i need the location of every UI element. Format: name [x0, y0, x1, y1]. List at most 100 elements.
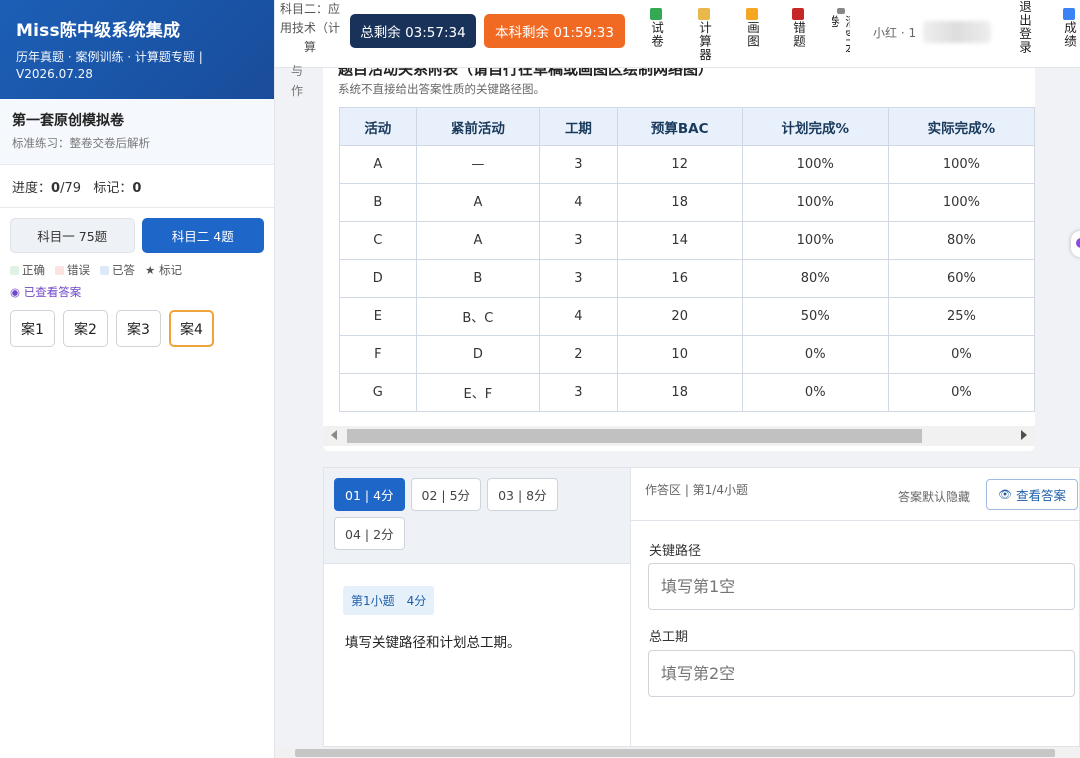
- cell: 3: [539, 373, 618, 412]
- legend-wrong-swatch: [55, 265, 64, 275]
- tool-draw[interactable]: 画图: [743, 0, 761, 68]
- cell: 4: [539, 297, 618, 336]
- cell: 100%: [887, 145, 1035, 184]
- scroll-thumb[interactable]: [347, 429, 922, 443]
- page-scroll-thumb[interactable]: [295, 749, 1055, 757]
- cell: 3: [539, 221, 618, 260]
- book-icon: [792, 8, 804, 20]
- col-duration: 工期: [539, 107, 618, 146]
- cell: A: [415, 221, 541, 260]
- exam-desc: 标准练习：整卷交卷后解析: [12, 136, 150, 150]
- clear-icon: [837, 8, 845, 14]
- sub-question-tabs: 01 | 4分 02 | 5分 03 | 8分 04 | 2分: [324, 468, 630, 564]
- cell: 14: [616, 221, 743, 260]
- tool-wrong-questions[interactable]: 错题: [789, 0, 807, 68]
- subject-tab-1[interactable]: 科目一 75题: [10, 218, 135, 253]
- cell: 50%: [741, 297, 889, 336]
- col-activity: 活动: [339, 107, 417, 146]
- answer-header: 作答区 | 第1/4小题 答案默认隐藏 👁 查看答案: [631, 468, 1079, 521]
- exam-name: 第一套原创模拟卷: [12, 113, 124, 129]
- cell: 0%: [887, 373, 1035, 412]
- tool-calculator-label: 计算器: [697, 21, 712, 62]
- case-button-1[interactable]: 案1: [10, 310, 55, 347]
- floating-assistant-icon[interactable]: [1071, 231, 1080, 257]
- cell: 3: [539, 259, 618, 298]
- sub-question-badge: 第1小题 4分: [343, 586, 435, 615]
- cell: 12: [616, 145, 743, 184]
- legend-correct-label: 正确: [22, 263, 45, 277]
- view-answer-label: 查看答案: [1015, 488, 1066, 503]
- cell: E、F: [415, 373, 541, 412]
- legend-correct-swatch: [10, 265, 19, 275]
- answer-title: 作答区 | 第1/4小题: [645, 483, 748, 497]
- sub-question-tab-1[interactable]: 01 | 4分: [334, 478, 405, 511]
- cell: 0%: [887, 335, 1035, 374]
- answer-hidden-hint: 答案默认隐藏: [898, 490, 971, 504]
- sub-question-tab-2[interactable]: 02 | 5分: [410, 478, 482, 511]
- legend-answered-label: 已答: [112, 263, 135, 277]
- view-answer-button[interactable]: 👁 查看答案: [986, 479, 1078, 510]
- critical-path-input[interactable]: [648, 563, 1075, 610]
- cell: B: [339, 183, 417, 222]
- answer-panel: 作答区 | 第1/4小题 答案默认隐藏 👁 查看答案 关键路径 总工期: [631, 467, 1080, 747]
- case-button-2[interactable]: 案2: [63, 310, 108, 347]
- cell: 18: [616, 373, 743, 412]
- pencil-icon: [746, 8, 758, 20]
- col-planned: 计划完成%: [741, 107, 889, 146]
- case-button-3[interactable]: 案3: [116, 310, 161, 347]
- cell: D: [415, 335, 541, 374]
- scroll-left-icon[interactable]: [331, 430, 337, 440]
- cell: A: [415, 183, 541, 222]
- total-duration-input[interactable]: [648, 650, 1075, 697]
- tool-score-label: 成绩: [1062, 21, 1077, 48]
- brand-subtitle: 历年真题 · 案例训练 · 计算题专题 | V2026.07.28: [16, 50, 203, 81]
- table-row: A —3 12 100% 100%: [339, 145, 1035, 184]
- tool-score[interactable]: 成绩: [1060, 0, 1078, 68]
- legend-wrong-label: 错误: [67, 263, 90, 277]
- cell: 4: [539, 183, 618, 222]
- edge-text-2: 作: [291, 84, 304, 98]
- progress-label: 进度：: [12, 181, 52, 196]
- legend-answered: 已答: [100, 262, 135, 278]
- table-note: 系统不直接给出答案性质的关键路径图。: [338, 82, 545, 96]
- cell: 20: [616, 297, 743, 336]
- cell: D: [339, 259, 417, 298]
- cell: 100%: [887, 183, 1035, 222]
- table-row: F D 2 10 0% 0%: [339, 335, 1035, 374]
- scroll-right-icon[interactable]: [1021, 430, 1027, 440]
- cell: 3: [539, 145, 618, 184]
- user-id-blurred: [923, 21, 991, 43]
- cell: 18: [616, 183, 743, 222]
- tool-paper-label: 试卷: [649, 21, 664, 48]
- legend-marked: ★ 标记: [145, 262, 182, 278]
- brand-header: Miss陈中级系统集成 历年真题 · 案例训练 · 计算题专题 | V2026.…: [0, 0, 274, 99]
- tool-calculator[interactable]: 计算器: [695, 0, 713, 68]
- cell: 0%: [741, 373, 889, 412]
- tool-clear-label: 清空本卷: [832, 14, 850, 56]
- mark-label: 标记：: [93, 181, 133, 196]
- cell: —: [415, 145, 541, 184]
- cell: B: [415, 259, 541, 298]
- col-actual: 实际完成%: [887, 107, 1035, 146]
- cell: 60%: [887, 259, 1035, 298]
- subject-tab-2[interactable]: 科目二 4题: [141, 218, 264, 253]
- cell: 2: [539, 335, 618, 374]
- tool-logout[interactable]: 退出登录: [1015, 0, 1033, 68]
- table-horizontal-scrollbar[interactable]: [323, 426, 1035, 446]
- chart-icon: [1063, 8, 1075, 20]
- cell: C: [339, 221, 417, 260]
- tool-clear-paper[interactable]: 清空本卷: [832, 0, 850, 66]
- table-title: 题目活动关系附表（请自行在草稿或画图区绘制网络图）: [338, 68, 714, 78]
- sidebar: Miss陈中级系统集成 历年真题 · 案例训练 · 计算题专题 | V2026.…: [0, 0, 275, 758]
- cell: 25%: [887, 297, 1035, 336]
- case-button-4[interactable]: 案4: [169, 310, 214, 347]
- tool-wrong-label: 错题: [791, 21, 806, 48]
- cell: F: [339, 335, 417, 374]
- sub-question-tab-3[interactable]: 03 | 8分: [487, 478, 558, 511]
- legend-marked-label: ★ 标记: [145, 263, 182, 277]
- tool-paper[interactable]: 试卷: [647, 0, 665, 68]
- table-row: B A 4 18 100% 100%: [339, 183, 1035, 222]
- sub-question-tab-4[interactable]: 04 | 2分: [334, 517, 405, 550]
- page-horizontal-scrollbar[interactable]: [275, 747, 1080, 758]
- cell: A: [339, 145, 417, 184]
